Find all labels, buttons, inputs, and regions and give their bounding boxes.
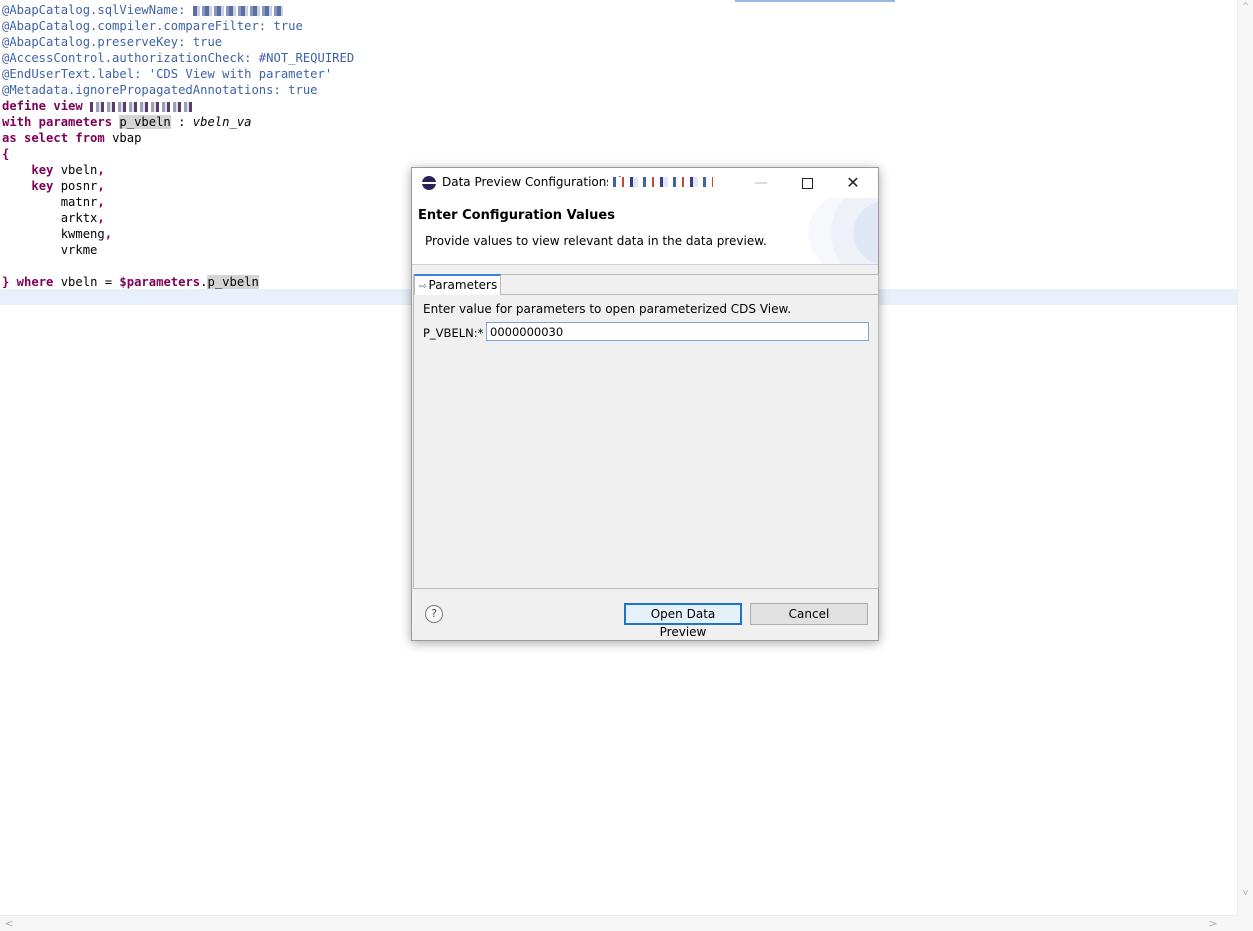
code-line[interactable]: @AbapCatalog.preserveKey: true: [2, 34, 354, 50]
code-line[interactable]: as select from vbap: [2, 130, 354, 146]
code-token: ,: [97, 195, 105, 209]
code-token: matnr: [2, 195, 98, 209]
code-token: with parameters: [2, 115, 120, 129]
code-line[interactable]: define view: [2, 98, 354, 114]
data-preview-config-dialog: Data Preview Configurations fc — ✕ Enter…: [411, 167, 879, 641]
maximize-icon: [801, 177, 813, 189]
parameters-icon: ⇨: [419, 282, 427, 292]
redacted-title-suffix: [608, 177, 713, 187]
code-token: @AbapCatalog.sqlViewName:: [2, 3, 193, 17]
vertical-scrollbar[interactable]: ^ v: [1237, 0, 1253, 916]
dialog-header: Enter Configuration Values Provide value…: [412, 198, 878, 264]
minimize-button[interactable]: —: [738, 168, 784, 198]
tab-parameters-label: Parameters: [428, 278, 498, 292]
scroll-left-arrow-icon[interactable]: <: [2, 916, 16, 931]
tab-folder: ⇨ Parameters Enter value for parameters t…: [413, 274, 879, 589]
header-description: Provide values to view relevant data in …: [425, 234, 767, 248]
code-token: ,: [97, 179, 105, 193]
code-token: @EndUserText.label: 'CDS View with param…: [2, 67, 333, 81]
header-title: Enter Configuration Values: [418, 208, 615, 223]
close-button[interactable]: ✕: [830, 168, 876, 198]
code-token: vbeln: [53, 163, 98, 177]
scrollbar-corner: [1238, 916, 1253, 931]
code-line[interactable]: key vbeln,: [2, 162, 354, 178]
code-line[interactable]: @AbapCatalog.compiler.compareFilter: tru…: [2, 18, 354, 34]
code-line[interactable]: {: [2, 146, 354, 162]
code-token: $parameters: [119, 275, 201, 289]
redacted-text: [192, 5, 283, 16]
code-token: key: [31, 163, 54, 177]
code-token: @Metadata.ignorePropagatedAnnotations: t…: [2, 83, 318, 97]
scroll-up-arrow-icon[interactable]: ^: [1238, 0, 1253, 14]
code-token: @AbapCatalog.preserveKey: true: [2, 35, 223, 49]
code-line[interactable]: @AccessControl.authorizationCheck: #NOT_…: [2, 50, 354, 66]
code-token: key: [31, 179, 54, 193]
code-line[interactable]: key posnr,: [2, 178, 354, 194]
tab-parameters[interactable]: ⇨ Parameters: [414, 274, 502, 296]
code-line[interactable]: arktx,: [2, 210, 354, 226]
horizontal-scrollbar[interactable]: < >: [0, 915, 1238, 931]
parameters-intro-text: Enter value for parameters to open param…: [423, 302, 792, 316]
code-token: =: [97, 275, 120, 289]
code-token: vbeln: [60, 275, 98, 289]
banner-graphic-icon: [808, 198, 878, 264]
scroll-down-arrow-icon[interactable]: v: [1238, 886, 1253, 900]
code-token: p_vbeln: [119, 115, 171, 129]
open-data-preview-button[interactable]: Open Data Preview: [624, 603, 742, 639]
code-token: kwmeng: [2, 227, 105, 241]
code-token: as select from: [2, 131, 113, 145]
overview-ruler-marker: [735, 0, 895, 2]
code-line[interactable]: @EndUserText.label: 'CDS View with param…: [2, 66, 354, 82]
code-line[interactable]: @Metadata.ignorePropagatedAnnotations: t…: [2, 82, 354, 98]
code-token: @AccessControl.authorizationCheck: #NOT_…: [2, 51, 355, 65]
code-line[interactable]: } where vbeln = $parameters.p_vbeln: [2, 274, 354, 290]
code-line[interactable]: matnr,: [2, 194, 354, 210]
code-token: {: [2, 147, 10, 161]
dialog-title: Data Preview Configurations fc: [442, 175, 628, 189]
code-token: where: [9, 275, 61, 289]
code-line[interactable]: kwmeng,: [2, 226, 354, 242]
redacted-text: [90, 101, 196, 112]
code-line[interactable]: @AbapCatalog.sqlViewName:: [2, 2, 354, 18]
maximize-button[interactable]: [784, 168, 830, 198]
code-line[interactable]: with parameters p_vbeln : vbeln_va: [2, 114, 354, 130]
cancel-button[interactable]: Cancel: [750, 603, 868, 625]
code-line[interactable]: vrkme: [2, 242, 354, 258]
code-token: ,: [97, 163, 105, 177]
code-token: vbap: [112, 131, 142, 145]
code-token: define view: [2, 99, 91, 113]
code-text[interactable]: @AbapCatalog.sqlViewName: @AbapCatalog.c…: [2, 2, 354, 290]
code-token: arktx: [2, 211, 98, 225]
p-vbeln-input[interactable]: [486, 322, 869, 341]
code-token: p_vbeln: [207, 275, 259, 289]
header-separator: [412, 264, 878, 265]
help-icon[interactable]: ?: [425, 605, 443, 623]
code-token: ,: [97, 211, 105, 225]
code-token: ,: [104, 227, 113, 241]
code-line[interactable]: [2, 258, 354, 274]
code-token: :: [170, 115, 193, 129]
code-token: vrkme: [2, 243, 98, 257]
tab-strip: ⇨ Parameters: [414, 274, 878, 296]
p-vbeln-label: P_VBELN:*: [423, 326, 484, 340]
code-token: posnr: [53, 179, 98, 193]
code-token: @AbapCatalog.compiler.compareFilter: tru…: [2, 19, 303, 33]
tab-body: Enter value for parameters to open param…: [414, 295, 878, 587]
dialog-titlebar[interactable]: Data Preview Configurations fc — ✕: [412, 168, 878, 198]
eclipse-icon: [422, 176, 436, 190]
code-token: vbeln_va: [192, 115, 252, 129]
scroll-right-arrow-icon[interactable]: >: [1206, 916, 1220, 931]
